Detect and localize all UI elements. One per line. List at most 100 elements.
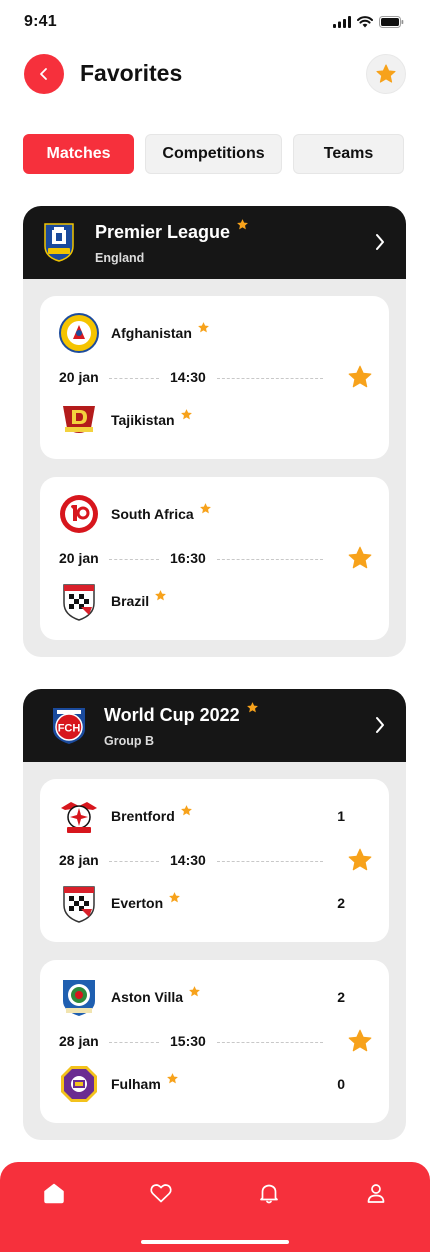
home-score: 2 (337, 989, 345, 1005)
team-crest-logo (63, 980, 95, 1016)
profile-icon (367, 1184, 385, 1203)
team-crest-logo (63, 886, 95, 923)
team-name[interactable]: South Africa (111, 506, 194, 522)
match-date: 20 jan (59, 550, 99, 566)
match-date: 28 jan (59, 852, 99, 868)
nav-favorites[interactable] (147, 1179, 175, 1207)
league-header[interactable]: FCH World Cup 2022 Group B (23, 689, 406, 762)
nav-home[interactable] (40, 1179, 68, 1207)
home-team-row: Afghanistan (59, 313, 389, 353)
team-crest-logo (63, 584, 95, 621)
home-team-row: South Africa (59, 494, 389, 534)
home-score: 1 (337, 808, 345, 824)
match-info-row: 28 jan 14:30 (59, 851, 389, 871)
bottom-navigation (0, 1162, 430, 1252)
divider (109, 559, 159, 560)
team-name[interactable]: Brazil (111, 593, 149, 609)
team-crest-logo (61, 802, 97, 833)
team-name[interactable]: Fulham (111, 1076, 161, 1092)
match-card[interactable]: Afghanistan 20 jan 14:30 Tajikistan (40, 296, 389, 459)
divider (109, 378, 159, 379)
star-icon (197, 321, 209, 332)
page-title: Favorites (80, 60, 183, 86)
match-card[interactable]: Aston Villa 2 28 jan 15:30 Fulham 0 (40, 960, 389, 1123)
svg-text:FCH: FCH (58, 723, 81, 735)
divider (217, 1042, 323, 1043)
battery-icon (379, 16, 404, 28)
away-score: 0 (337, 1076, 345, 1092)
star-icon (246, 702, 258, 713)
divider (217, 861, 323, 862)
nav-notifications[interactable] (255, 1179, 283, 1207)
wifi-icon (357, 16, 373, 28)
tab-matches[interactable]: Matches (23, 134, 134, 174)
team-crest-logo (60, 495, 98, 533)
status-icons (333, 16, 404, 28)
chevron-right-icon[interactable] (374, 715, 386, 735)
team-name[interactable]: Afghanistan (111, 325, 192, 341)
star-icon (169, 891, 181, 902)
team-name[interactable]: Aston Villa (111, 989, 183, 1005)
star-icon (155, 589, 167, 600)
divider (109, 861, 159, 862)
favorite-star-icon[interactable] (347, 364, 373, 390)
heart-icon (150, 1184, 172, 1203)
favorite-star-icon[interactable] (347, 1028, 373, 1054)
team-name[interactable]: Brentford (111, 808, 175, 824)
favorite-star-icon[interactable] (347, 847, 373, 873)
league-subtitle: England (95, 251, 145, 265)
back-button[interactable] (24, 54, 64, 94)
away-team-row: Tajikistan (59, 400, 389, 440)
header: Favorites (0, 54, 430, 94)
divider (217, 378, 323, 379)
league-card: FCH World Cup 2022 Group B Brentford 1 2… (23, 689, 406, 1140)
match-info-row: 20 jan 16:30 (59, 549, 389, 569)
league-header[interactable]: Premier League England (23, 206, 406, 279)
everton-crest-logo (44, 223, 74, 262)
team-crest-logo (63, 406, 95, 433)
star-icon (376, 64, 396, 83)
bell-icon (260, 1184, 278, 1204)
match-info-row: 20 jan 14:30 (59, 368, 389, 388)
match-time: 15:30 (170, 1033, 206, 1049)
match-date: 28 jan (59, 1033, 99, 1049)
star-icon (237, 219, 248, 230)
team-crest-logo (59, 313, 99, 353)
league-subtitle: Group B (104, 734, 154, 748)
signal-icon (333, 16, 351, 28)
nav-profile[interactable] (362, 1179, 390, 1207)
team-crest-logo (61, 1066, 97, 1102)
home-team-row: Brentford 1 (59, 796, 389, 836)
away-team-row: Brazil (59, 581, 389, 621)
match-info-row: 28 jan 15:30 (59, 1032, 389, 1052)
divider (217, 559, 323, 560)
league-name: Premier League (95, 222, 231, 242)
match-time: 14:30 (170, 369, 206, 385)
star-icon (180, 408, 192, 419)
away-score: 2 (337, 895, 345, 911)
match-time: 16:30 (170, 550, 206, 566)
chevron-left-icon (40, 68, 47, 80)
league-crest-logo: FCH (53, 708, 85, 744)
home-team-row: Aston Villa 2 (59, 977, 389, 1017)
match-card[interactable]: South Africa 20 jan 16:30 Brazil (40, 477, 389, 640)
chevron-right-icon[interactable] (374, 232, 386, 252)
home-indicator (141, 1240, 289, 1244)
away-team-row: Everton 2 (59, 883, 389, 923)
status-time: 9:41 (24, 13, 57, 30)
status-bar: 9:41 (0, 0, 430, 44)
away-team-row: Fulham 0 (59, 1064, 389, 1104)
favorites-star-button[interactable] (366, 54, 406, 94)
league-name: World Cup 2022 (104, 705, 240, 725)
filter-tabs: Matches Competitions Teams (23, 134, 406, 174)
star-icon (199, 502, 211, 513)
team-name[interactable]: Tajikistan (111, 412, 175, 428)
favorite-star-icon[interactable] (347, 545, 373, 571)
tab-competitions[interactable]: Competitions (145, 134, 282, 174)
match-time: 14:30 (170, 852, 206, 868)
league-card: Premier League England Afghanistan 20 ja… (23, 206, 406, 657)
match-card[interactable]: Brentford 1 28 jan 14:30 Everton 2 (40, 779, 389, 942)
team-name[interactable]: Everton (111, 895, 163, 911)
star-icon (189, 985, 201, 996)
tab-teams[interactable]: Teams (293, 134, 404, 174)
